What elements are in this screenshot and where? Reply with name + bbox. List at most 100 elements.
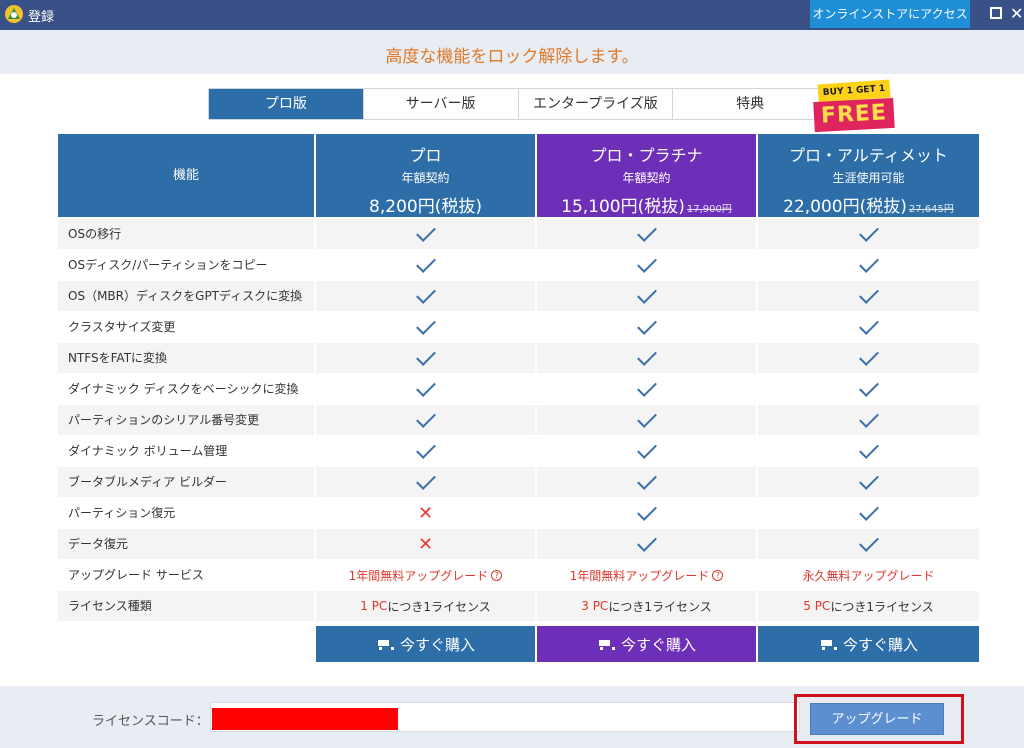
license-type-cell: 3 PC につき1ライセンス (537, 591, 756, 621)
upgrade-service-text: 永久無料アップグレード (758, 560, 979, 590)
feature-cell (316, 467, 535, 497)
mark-wrap (316, 281, 535, 311)
check-icon (858, 346, 879, 366)
check-icon (636, 315, 657, 335)
table-row: データ復元 ✕ (58, 529, 979, 560)
online-store-button[interactable]: オンラインストアにアクセス (810, 0, 970, 28)
comparison-table: 機能 プロ 年額契約 8,200円(税抜) プロ・プラチナ 年額契約 15,10… (58, 134, 979, 666)
feature-rows: OSの移行 OSディスク/パーティションをコピー OS（MBR）ディスクをGPTディ… (58, 219, 979, 622)
plan-header-platinum: プロ・プラチナ 年額契約 15,100円(税抜) 17,900円 (537, 134, 756, 217)
mark-wrap (537, 436, 756, 466)
license-pc-count: 5 PC (803, 599, 831, 613)
feature-cell (758, 374, 979, 404)
buy-label: 今すぐ購入 (399, 635, 475, 654)
plan-name: プロ (409, 146, 442, 165)
feature-label: ブータブルメディア ビルダー (58, 467, 314, 497)
feature-cell (758, 281, 979, 311)
feature-cell (537, 250, 756, 280)
cart-icon (376, 638, 394, 650)
feature-cell (316, 219, 535, 249)
feature-cell (316, 343, 535, 373)
title-bar: 登録 オンラインストアにアクセス ✕ (0, 0, 1024, 30)
plan-name: プロ・アルティメット (789, 146, 948, 165)
table-header: 機能 プロ 年額契約 8,200円(税抜) プロ・プラチナ 年額契約 15,10… (58, 134, 979, 217)
feature-cell (537, 436, 756, 466)
license-suffix: につき1ライセンス (608, 599, 712, 614)
upgrade-service-text[interactable]: 1年間無料アップグレード? (316, 560, 535, 590)
close-icon[interactable]: ✕ (1010, 2, 1023, 26)
plan-header-pro: プロ 年額契約 8,200円(税抜) (316, 134, 535, 217)
table-row: ブータブルメディア ビルダー (58, 467, 979, 498)
upgrade-service-cell: 1年間無料アップグレード? (537, 560, 756, 590)
feature-label: NTFSをFATに変換 (58, 343, 314, 373)
plan-name: プロ・プラチナ (590, 146, 703, 165)
tab-pro[interactable]: プロ版 (209, 89, 364, 119)
help-icon[interactable]: ? (491, 569, 503, 581)
upgrade-button[interactable]: アップグレード (810, 703, 944, 735)
help-icon[interactable]: ? (712, 569, 724, 581)
license-type-text: 3 PC につき1ライセンス (537, 591, 756, 621)
buy-now-button-platinum[interactable]: 今すぐ購入 (537, 626, 756, 662)
check-icon (858, 470, 879, 490)
redaction-block (212, 708, 398, 730)
table-row: パーティションのシリアル番号変更 (58, 405, 979, 436)
mark-wrap (316, 250, 535, 280)
buy-now-button-pro[interactable]: 今すぐ購入 (316, 626, 535, 662)
cross-icon: ✕ (417, 533, 434, 555)
tab-bonus[interactable]: 特典 (673, 89, 827, 119)
upgrade-service-cell: 1年間無料アップグレード? (316, 560, 535, 590)
promo-free-text: FREE (813, 97, 895, 133)
tab-enterprise[interactable]: エンタープライズ版 (518, 89, 674, 119)
table-row: ダイナミック ボリューム管理 (58, 436, 979, 467)
license-pc-count: 1 PC (360, 599, 388, 613)
mark-wrap (758, 467, 979, 497)
feature-label: パーティション復元 (58, 498, 314, 528)
check-icon (858, 222, 879, 242)
page-headline: 高度な機能をロック解除します。 (385, 47, 639, 67)
check-icon (415, 315, 436, 335)
feature-cell (758, 498, 979, 528)
check-icon (636, 470, 657, 490)
table-row: クラスタサイズ変更 (58, 312, 979, 343)
mark-wrap (316, 405, 535, 435)
buy-now-button-ultimate[interactable]: 今すぐ購入 (758, 626, 979, 662)
feature-cell (316, 250, 535, 280)
check-icon (415, 377, 436, 397)
feature-cell (758, 467, 979, 497)
tab-server[interactable]: サーバー版 (363, 89, 519, 119)
feature-cell (758, 343, 979, 373)
mark-wrap (537, 281, 756, 311)
upgrade-service-text[interactable]: 1年間無料アップグレード? (537, 560, 756, 590)
maximize-icon[interactable] (990, 7, 1002, 19)
feature-cell (537, 281, 756, 311)
cart-icon (597, 638, 615, 650)
feature-cell (537, 343, 756, 373)
mark-wrap: ✕ (316, 498, 535, 528)
table-row-upgrade-service: アップグレード サービス 1年間無料アップグレード? 1年間無料アップグレード? 永久… (58, 560, 979, 591)
mark-wrap (316, 436, 535, 466)
mark-wrap (316, 343, 535, 373)
upgrade-service-cell: 永久無料アップグレード (758, 560, 979, 590)
feature-label: OSディスク/パーティションをコピー (58, 250, 314, 280)
check-icon (858, 501, 879, 521)
check-icon (636, 253, 657, 273)
check-icon (415, 346, 436, 366)
feature-cell (537, 312, 756, 342)
check-icon (415, 253, 436, 273)
feature-cell (758, 219, 979, 249)
feature-cell (537, 219, 756, 249)
mark-wrap (316, 312, 535, 342)
mark-wrap (316, 374, 535, 404)
feature-label: ダイナミック ボリューム管理 (58, 436, 314, 466)
feature-label: クラスタサイズ変更 (58, 312, 314, 342)
check-icon (858, 315, 879, 335)
table-row: OSの移行 (58, 219, 979, 250)
mark-wrap (316, 467, 535, 497)
check-icon (636, 439, 657, 459)
plan-price: 22,000円(税抜) 27,645円 (783, 197, 954, 217)
check-icon (858, 532, 879, 552)
feature-label: データ復元 (58, 529, 314, 559)
check-icon (858, 439, 879, 459)
upgrade-service-label: 1年間無料アップグレード (348, 568, 489, 583)
plan-price: 15,100円(税抜) 17,900円 (561, 197, 732, 217)
